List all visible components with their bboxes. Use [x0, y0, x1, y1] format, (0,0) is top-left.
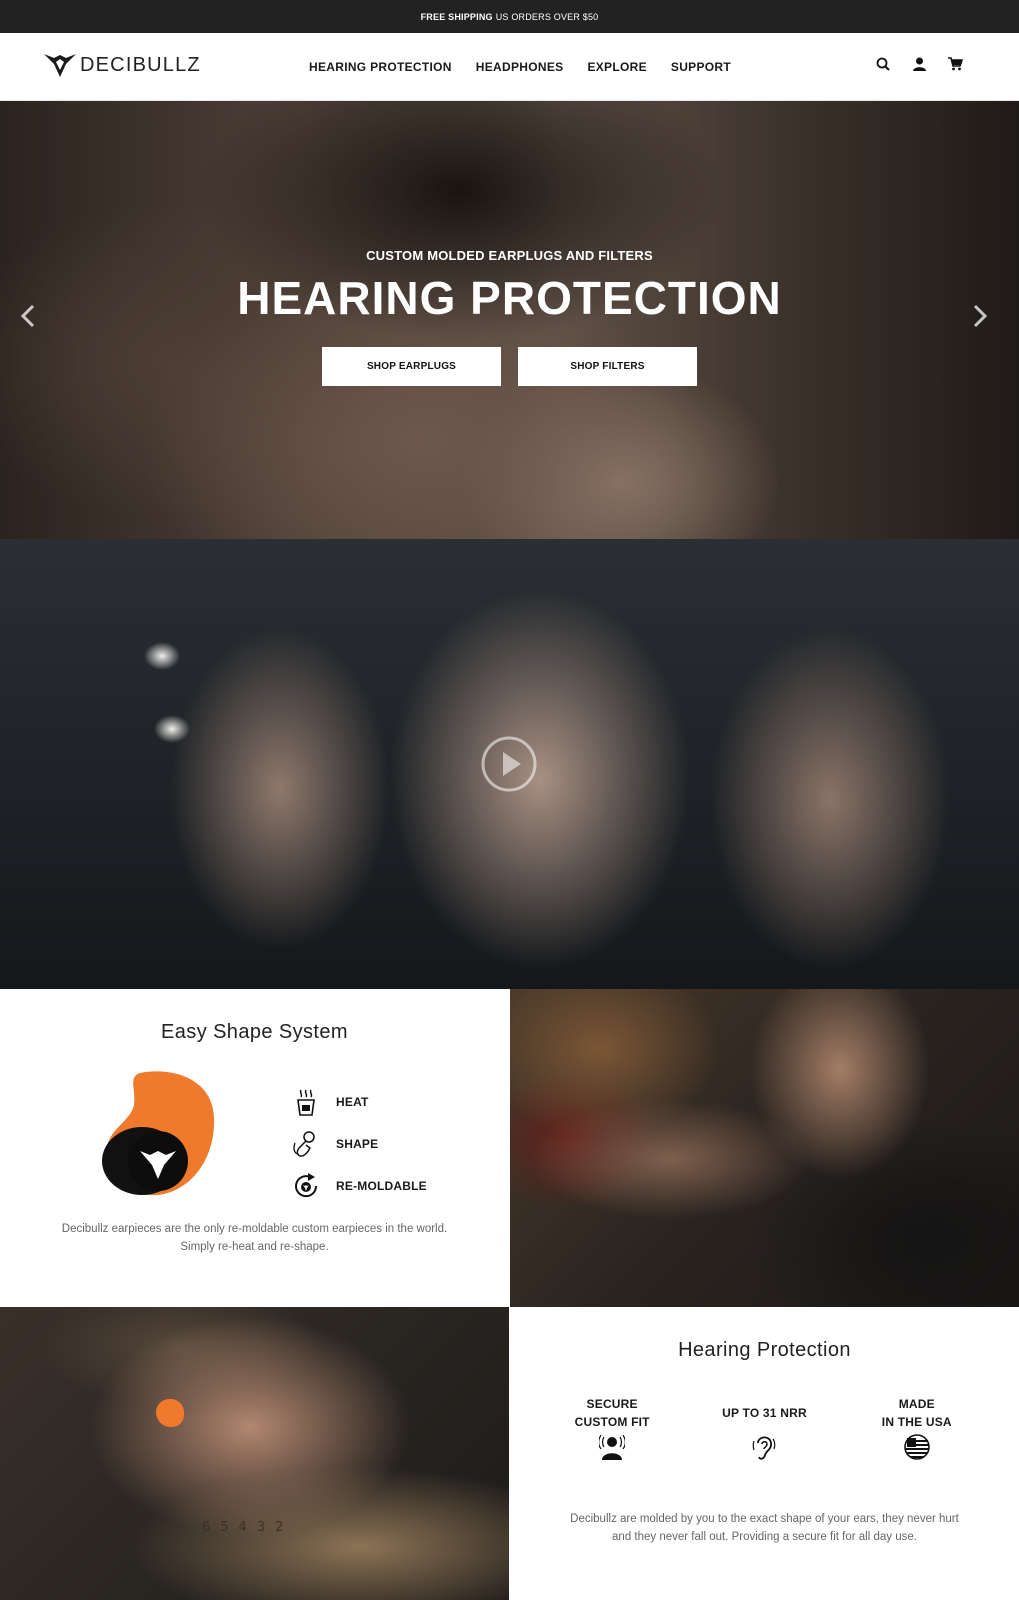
earplug-product-image: [102, 1071, 215, 1196]
easy-shape-title: Easy Shape System: [161, 1021, 348, 1043]
hero-title: HEARING PROTECTION: [237, 272, 782, 324]
feature-secure-fit: SECURE CUSTOM FIT: [542, 1395, 682, 1461]
search-icon[interactable]: [873, 54, 893, 74]
hearing-protection-title: Hearing Protection: [678, 1339, 851, 1361]
secure-fit-label: SECURE CUSTOM FIT: [542, 1395, 682, 1431]
secure-fit-icon: [598, 1433, 626, 1461]
hero-subtitle: CUSTOM MOLDED EARPLUGS AND FILTERS: [366, 248, 653, 263]
logo-icon: [44, 54, 76, 77]
hearing-protection-panel: Hearing Protection SECURE CUSTOM FIT UP T…: [510, 1307, 1019, 1600]
shop-filters-button[interactable]: SHOP FILTERS: [518, 347, 697, 386]
shape-hand-icon: [292, 1130, 320, 1158]
feature-heat: HEAT: [292, 1081, 427, 1123]
nav-headphones[interactable]: HEADPHONES: [476, 60, 564, 74]
remold-icon: [292, 1172, 320, 1200]
secure-fit-label-line1: SECURE: [586, 1397, 638, 1411]
easy-shape-features: HEAT SHAPE RE-MOLDABLE: [292, 1081, 427, 1207]
feature-shape: SHAPE: [292, 1123, 427, 1165]
usa-label-line1: MADE: [898, 1397, 935, 1411]
hero-banner: CUSTOM MOLDED EARPLUGS AND FILTERS HEARI…: [0, 101, 1019, 539]
nav-hearing-protection[interactable]: HEARING PROTECTION: [309, 60, 452, 74]
account-icon[interactable]: [909, 54, 929, 74]
hero-buttons: SHOP EARPLUGS SHOP FILTERS: [322, 347, 697, 386]
hearing-protection-features: SECURE CUSTOM FIT UP TO 31 NRR MADE IN THE…: [510, 1395, 1019, 1461]
feature-remoldable-label: RE-MOLDABLE: [336, 1179, 427, 1193]
cart-icon[interactable]: [945, 54, 965, 74]
usa-label-line2: IN THE USA: [881, 1415, 952, 1429]
nav-explore[interactable]: EXPLORE: [587, 60, 646, 74]
rifle-stock-numbers: 65432: [202, 1520, 294, 1535]
mechanic-photo: [510, 989, 1019, 1307]
ear-icon: [750, 1433, 778, 1461]
nrr-label: UP TO 31 NRR: [722, 1406, 807, 1420]
logo-text: DECIBULLZ: [80, 53, 201, 76]
play-icon[interactable]: [480, 735, 538, 793]
announcement-text: US ORDERS OVER $50: [495, 11, 599, 22]
usa-flag-icon: [903, 1433, 931, 1461]
easy-shape-panel: Easy Shape System HEAT SHAPE RE-MOLDABLE…: [0, 989, 509, 1307]
easy-shape-description: Decibullz earpieces are the only re-mold…: [61, 1223, 448, 1253]
orange-earplug: [156, 1399, 184, 1427]
feature-nrr: UP TO 31 NRR: [694, 1395, 834, 1461]
main-nav: HEARING PROTECTION HEADPHONES EXPLORE SU…: [309, 60, 731, 74]
shop-earplugs-button[interactable]: SHOP EARPLUGS: [322, 347, 501, 386]
promo-video[interactable]: [0, 539, 1019, 989]
logo[interactable]: DECIBULLZ: [44, 52, 201, 78]
header-icons: [873, 54, 965, 74]
site-header: DECIBULLZ HEARING PROTECTION HEADPHONES …: [0, 33, 1019, 101]
secure-fit-label-line2: CUSTOM FIT: [574, 1415, 650, 1429]
feature-made-in-usa: MADE IN THE USA: [847, 1395, 987, 1461]
announcement-bar: FREE SHIPPING US ORDERS OVER $50: [0, 0, 1019, 33]
hearing-protection-description: Decibullz are molded by you to the exact…: [570, 1513, 959, 1543]
usa-label: MADE IN THE USA: [847, 1395, 987, 1431]
feature-heat-label: HEAT: [336, 1095, 369, 1109]
nav-support[interactable]: SUPPORT: [671, 60, 731, 74]
carousel-next-arrow-icon[interactable]: [967, 302, 991, 330]
heat-cup-icon: [292, 1088, 320, 1116]
shooter-photo: 65432: [0, 1307, 509, 1600]
announcement-bold: FREE SHIPPING: [420, 11, 493, 22]
feature-shape-label: SHAPE: [336, 1137, 379, 1151]
feature-remoldable: RE-MOLDABLE: [292, 1165, 427, 1207]
